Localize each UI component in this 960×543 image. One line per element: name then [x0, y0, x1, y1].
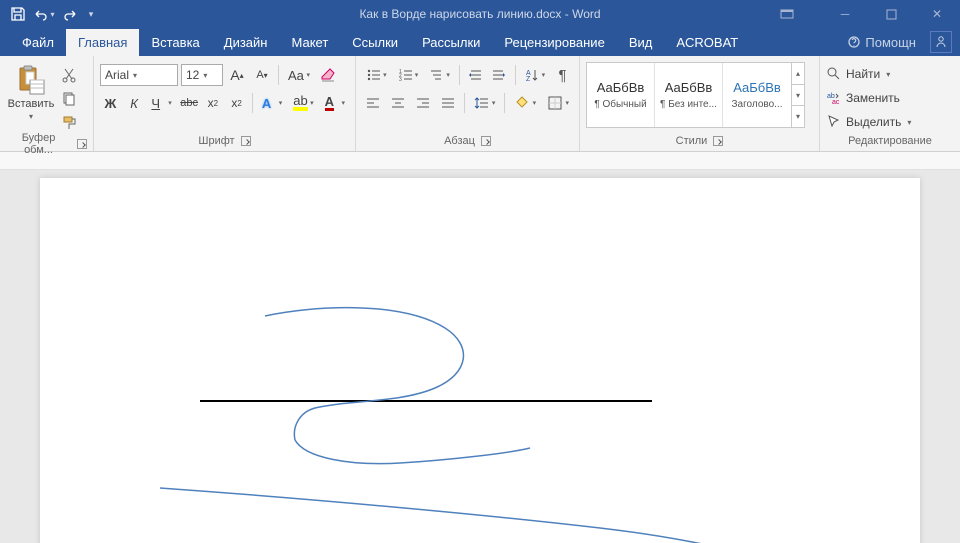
scribble-top[interactable]	[265, 308, 463, 440]
line-spacing-button[interactable]	[470, 92, 500, 114]
align-right-button[interactable]	[412, 92, 434, 114]
page[interactable]	[40, 178, 920, 543]
document-area	[0, 170, 960, 543]
title-bar: ▾ ▾ Как в Ворде нарисовать линию.docx - …	[0, 0, 960, 28]
group-clipboard: Вставить ▾ Буфер обм...	[0, 56, 94, 151]
tab-home[interactable]: Главная	[66, 29, 139, 56]
tab-references[interactable]: Ссылки	[340, 29, 410, 56]
tab-file[interactable]: Файл	[10, 29, 66, 56]
decrease-indent-button[interactable]	[465, 64, 486, 86]
editing-group-label: Редактирование	[848, 135, 932, 147]
clear-formatting-button[interactable]	[317, 64, 339, 86]
scribble-bottom[interactable]	[160, 488, 750, 543]
multilevel-list-button[interactable]	[425, 64, 454, 86]
bullet-list-button[interactable]	[362, 64, 391, 86]
show-paragraph-marks-button[interactable]: ¶	[552, 64, 573, 86]
number-list-button[interactable]: 123	[394, 64, 423, 86]
align-left-button[interactable]	[362, 92, 384, 114]
ruler[interactable]	[0, 152, 960, 170]
page-drawing	[40, 178, 920, 543]
group-paragraph: 123 AZ ¶	[356, 56, 580, 151]
underline-button[interactable]: Ч	[147, 92, 175, 114]
clipboard-dialog-launcher[interactable]	[77, 139, 87, 149]
highlight-button[interactable]: ab	[289, 92, 317, 114]
tab-acrobat[interactable]: ACROBAT	[664, 29, 750, 56]
borders-button[interactable]	[543, 92, 573, 114]
paragraph-dialog-launcher[interactable]	[481, 136, 491, 146]
customize-qat-button[interactable]: ▾	[84, 2, 98, 26]
align-center-button[interactable]	[387, 92, 409, 114]
scribble-middle[interactable]	[295, 440, 530, 464]
tab-view[interactable]: Вид	[617, 29, 665, 56]
font-color-button[interactable]: A	[321, 92, 349, 114]
superscript-button[interactable]: x2	[226, 92, 247, 114]
paragraph-group-label: Абзац	[444, 135, 475, 147]
find-button[interactable]: Найти▾	[826, 64, 911, 84]
style-normal[interactable]: АаБбВв ¶ Обычный	[587, 63, 655, 127]
tab-design[interactable]: Дизайн	[212, 29, 280, 56]
minimize-button[interactable]: ─	[822, 0, 868, 28]
font-size-combo[interactable]: 12▾	[181, 64, 223, 86]
copy-button[interactable]	[60, 90, 78, 108]
paste-label: Вставить	[8, 98, 55, 110]
italic-button[interactable]: К	[124, 92, 145, 114]
select-button[interactable]: Выделить▾	[826, 112, 911, 132]
gallery-up-button[interactable]: ▴	[792, 63, 804, 85]
tab-layout[interactable]: Макет	[279, 29, 340, 56]
group-editing: Найти▾ abac Заменить Выделить▾ Редактиро…	[820, 56, 960, 151]
bold-button[interactable]: Ж	[100, 92, 121, 114]
sort-button[interactable]: AZ	[520, 64, 549, 86]
window-title: Как в Ворде нарисовать линию.docx - Word	[359, 7, 600, 21]
window-controls: ─ ✕	[752, 0, 960, 28]
close-button[interactable]: ✕	[914, 0, 960, 28]
paste-button[interactable]: Вставить ▾	[6, 64, 56, 121]
redo-button[interactable]	[58, 2, 82, 26]
replace-button[interactable]: abac Заменить	[826, 88, 911, 108]
tab-insert[interactable]: Вставка	[139, 29, 211, 56]
svg-text:ac: ac	[832, 99, 840, 106]
text-effects-button[interactable]: A	[258, 92, 286, 114]
tab-review[interactable]: Рецензирование	[492, 29, 616, 56]
gallery-more-button[interactable]: ▾	[792, 106, 804, 127]
gallery-down-button[interactable]: ▾	[792, 85, 804, 107]
ribbon-display-button[interactable]	[752, 0, 822, 28]
group-styles: АаБбВв ¶ Обычный АаБбВв ¶ Без инте... Аа…	[580, 56, 820, 151]
group-font: Arial▾ 12▾ A▴ A▾ Aa Ж К Ч	[94, 56, 356, 151]
cut-button[interactable]	[60, 66, 78, 84]
svg-text:3: 3	[399, 77, 402, 83]
justify-button[interactable]	[437, 92, 459, 114]
change-case-button[interactable]: Aa	[284, 64, 314, 86]
tell-me-label: Помощн	[865, 35, 916, 50]
svg-text:Z: Z	[526, 76, 531, 83]
font-group-label: Шрифт	[198, 135, 234, 147]
maximize-button[interactable]	[868, 0, 914, 28]
format-painter-button[interactable]	[60, 114, 78, 132]
ribbon: Вставить ▾ Буфер обм...	[0, 56, 960, 152]
styles-gallery[interactable]: АаБбВв ¶ Обычный АаБбВв ¶ Без инте... Аа…	[586, 62, 805, 128]
font-name-combo[interactable]: Arial▾	[100, 64, 178, 86]
subscript-button[interactable]: x2	[203, 92, 224, 114]
shading-button[interactable]	[510, 92, 540, 114]
style-heading1[interactable]: АаБбВв Заголово...	[723, 63, 791, 127]
tab-mailings[interactable]: Рассылки	[410, 29, 492, 56]
clipboard-group-label: Буфер обм...	[6, 132, 71, 156]
save-button[interactable]	[6, 2, 30, 26]
styles-group-label: Стили	[676, 135, 708, 147]
undo-button[interactable]: ▾	[32, 2, 56, 26]
grow-font-button[interactable]: A▴	[226, 64, 248, 86]
styles-dialog-launcher[interactable]	[713, 136, 723, 146]
strikethrough-button[interactable]: abc	[179, 92, 200, 114]
share-button[interactable]	[930, 31, 952, 53]
shrink-font-button[interactable]: A▾	[251, 64, 273, 86]
font-dialog-launcher[interactable]	[241, 136, 251, 146]
ribbon-tabs: Файл Главная Вставка Дизайн Макет Ссылки…	[0, 28, 960, 56]
tell-me-input[interactable]: Помощн	[847, 35, 916, 50]
quick-access-toolbar: ▾ ▾	[0, 2, 98, 26]
increase-indent-button[interactable]	[489, 64, 510, 86]
style-no-spacing[interactable]: АаБбВв ¶ Без инте...	[655, 63, 723, 127]
